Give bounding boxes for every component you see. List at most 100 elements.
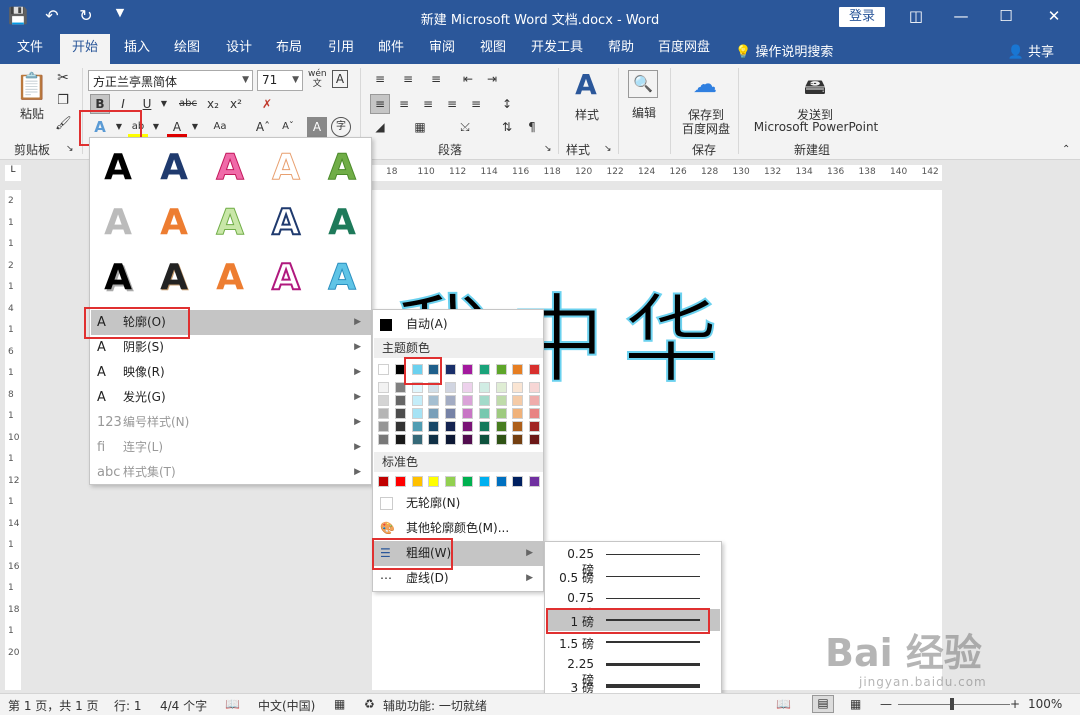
- text-effects-menu-item[interactable]: A 发光(G) ▶: [91, 385, 371, 410]
- theme-color-shade-swatch[interactable]: [512, 408, 524, 419]
- line-weight-option[interactable]: 0.25 磅: [546, 543, 720, 577]
- paragraph-launcher-icon[interactable]: ↘: [544, 144, 552, 154]
- align-center-icon[interactable]: ≡: [394, 94, 414, 114]
- phonetic-guide-icon[interactable]: wén 文: [308, 69, 327, 89]
- change-case-icon[interactable]: Aa: [208, 117, 232, 137]
- tab-layout[interactable]: 布局: [268, 34, 310, 64]
- theme-color-shade-swatch[interactable]: [445, 395, 457, 406]
- text-effects-menu-item[interactable]: A 映像(R) ▶: [91, 360, 371, 385]
- theme-color-shade-swatch[interactable]: [478, 434, 490, 445]
- minimize-icon[interactable]: —: [950, 7, 972, 25]
- macro-icon[interactable]: ▦: [334, 697, 345, 711]
- paste-icon[interactable]: 📋: [14, 72, 50, 102]
- styles-launcher-icon[interactable]: ↘: [604, 144, 612, 154]
- text-effect-style-option[interactable]: A: [154, 148, 194, 188]
- sort-icon[interactable]: ⇅: [497, 117, 517, 137]
- numbering-icon[interactable]: ≡: [398, 69, 418, 89]
- subscript-button[interactable]: x₂: [203, 94, 223, 114]
- theme-color-shade-swatch[interactable]: [512, 395, 524, 406]
- text-effect-style-option[interactable]: A: [210, 258, 250, 298]
- theme-color-shade-swatch[interactable]: [495, 434, 507, 445]
- proofing-icon[interactable]: 📖: [225, 697, 240, 711]
- standard-color-swatch[interactable]: [428, 476, 440, 487]
- send-to-label-2[interactable]: Microsoft PowerPoint: [750, 120, 882, 134]
- chinese-layout-icon[interactable]: ⤩: [455, 117, 475, 137]
- character-border-icon[interactable]: A: [332, 70, 348, 88]
- clipboard-launcher-icon[interactable]: ↘: [66, 144, 74, 154]
- text-effect-style-option[interactable]: A: [266, 202, 306, 244]
- theme-color-shade-swatch[interactable]: [394, 434, 406, 445]
- send-to-powerpoint-icon[interactable]: 🖴: [800, 70, 830, 108]
- share-button[interactable]: 👤 共享: [1008, 41, 1054, 60]
- theme-color-shade-swatch[interactable]: [411, 408, 423, 419]
- text-effect-style-option[interactable]: A: [154, 258, 194, 298]
- styles-button-label[interactable]: 样式: [570, 106, 604, 123]
- grow-font-icon[interactable]: Aˆ: [253, 117, 273, 137]
- clear-formatting-icon[interactable]: ✗: [257, 94, 277, 114]
- text-effect-style-option[interactable]: A: [322, 203, 362, 243]
- read-mode-icon[interactable]: 📖: [776, 697, 791, 711]
- text-effect-style-option[interactable]: A: [210, 147, 250, 188]
- format-painter-icon[interactable]: 🖌: [55, 116, 72, 131]
- text-effect-style-option[interactable]: A: [266, 147, 306, 188]
- theme-color-swatch[interactable]: [529, 364, 541, 375]
- line-weight-option[interactable]: 2.25 磅: [546, 653, 720, 687]
- accessibility-status[interactable]: 辅助功能: 一切就绪: [383, 697, 487, 714]
- theme-color-shade-swatch[interactable]: [478, 408, 490, 419]
- tab-design[interactable]: 设计: [218, 34, 260, 64]
- standard-color-swatch[interactable]: [445, 476, 457, 487]
- font-name-box[interactable]: 方正兰亭黑简体 ▼: [88, 70, 253, 91]
- text-effect-style-option[interactable]: A: [98, 148, 138, 188]
- theme-color-shade-swatch[interactable]: [445, 434, 457, 445]
- theme-color-shade-swatch[interactable]: [445, 408, 457, 419]
- text-effect-style-option[interactable]: A: [98, 258, 138, 298]
- tab-home[interactable]: 开始: [60, 34, 110, 64]
- tab-view[interactable]: 视图: [472, 34, 514, 64]
- save-to-baidu-label-2[interactable]: 百度网盘: [678, 120, 734, 137]
- theme-color-shade-swatch[interactable]: [529, 421, 541, 432]
- login-button[interactable]: 登录: [839, 7, 885, 27]
- theme-color-shade-swatch[interactable]: [495, 382, 507, 393]
- collapse-ribbon-icon[interactable]: ⌃: [1062, 144, 1070, 155]
- styles-icon[interactable]: A: [570, 68, 602, 101]
- show-marks-icon[interactable]: ¶: [522, 117, 542, 137]
- print-layout-icon[interactable]: ▤: [812, 695, 834, 713]
- theme-color-shade-swatch[interactable]: [428, 408, 440, 419]
- auto-color-item[interactable]: 自动(A): [374, 312, 543, 337]
- theme-color-shade-swatch[interactable]: [495, 421, 507, 432]
- language[interactable]: 中文(中国): [258, 697, 315, 714]
- chevron-down-icon[interactable]: ▼: [154, 94, 174, 114]
- distributed-icon[interactable]: ≡: [466, 94, 486, 114]
- accessibility-icon[interactable]: ♻: [364, 697, 375, 711]
- text-effect-style-option[interactable]: A: [322, 257, 362, 298]
- theme-color-shade-swatch[interactable]: [462, 395, 473, 406]
- line-weight-option[interactable]: 0.5 磅: [546, 565, 720, 587]
- zoom-slider[interactable]: [898, 704, 1010, 705]
- theme-color-shade-swatch[interactable]: [445, 382, 457, 393]
- tab-file[interactable]: 文件: [8, 34, 52, 64]
- zoom-level[interactable]: 100%: [1028, 697, 1062, 711]
- theme-color-swatch[interactable]: [495, 364, 507, 375]
- tab-references[interactable]: 引用: [320, 34, 362, 64]
- web-layout-icon[interactable]: ▦: [850, 697, 861, 711]
- align-left-icon[interactable]: ≡: [370, 94, 390, 114]
- theme-color-shade-swatch[interactable]: [378, 382, 389, 393]
- zoom-in-icon[interactable]: +: [1010, 697, 1020, 711]
- theme-color-shade-swatch[interactable]: [529, 434, 541, 445]
- theme-color-shade-swatch[interactable]: [411, 421, 423, 432]
- theme-color-shade-swatch[interactable]: [462, 382, 473, 393]
- zoom-out-icon[interactable]: —: [880, 697, 892, 711]
- theme-color-shade-swatch[interactable]: [512, 434, 524, 445]
- borders-icon[interactable]: ▦: [410, 117, 430, 137]
- text-effect-style-option[interactable]: A: [98, 203, 138, 243]
- character-shading-icon[interactable]: A: [307, 117, 327, 137]
- tell-me-search[interactable]: 💡 操作说明搜索: [735, 41, 833, 60]
- standard-color-swatch[interactable]: [411, 476, 423, 487]
- standard-color-swatch[interactable]: [478, 476, 490, 487]
- shading-icon[interactable]: ◢: [370, 117, 390, 137]
- font-color-icon[interactable]: A: [167, 117, 187, 137]
- line-spacing-icon[interactable]: ↕: [497, 94, 517, 114]
- theme-color-swatch[interactable]: [512, 364, 524, 375]
- theme-color-shade-swatch[interactable]: [512, 382, 524, 393]
- ribbon-display-options-icon[interactable]: ◫: [905, 7, 927, 25]
